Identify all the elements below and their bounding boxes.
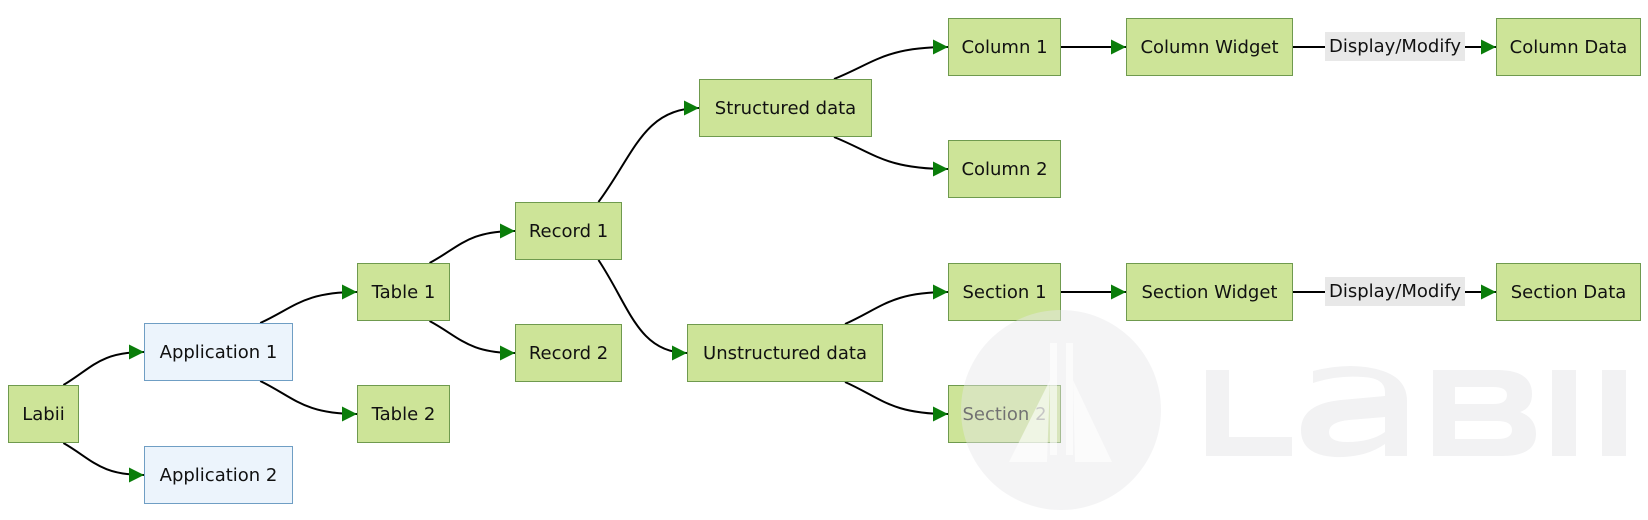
node-column2[interactable]: Column 2 (948, 140, 1061, 198)
node-label: Structured data (714, 97, 857, 119)
node-label: Section 1 (962, 281, 1047, 303)
node-secdata[interactable]: Section Data (1496, 263, 1641, 321)
edge-structured-to-column2 (833, 136, 949, 177)
node-record1[interactable]: Record 1 (515, 202, 622, 260)
node-label: Application 2 (159, 464, 278, 486)
edge-table1-to-record2 (429, 320, 516, 361)
node-label: Table 2 (371, 403, 436, 425)
node-colwidget[interactable]: Column Widget (1126, 18, 1293, 76)
node-labii[interactable]: Labii (8, 385, 79, 443)
node-secwidget[interactable]: Section Widget (1126, 263, 1293, 321)
node-column1[interactable]: Column 1 (948, 18, 1061, 76)
node-label: Column Data (1509, 36, 1628, 58)
node-label: Section 2 (962, 403, 1047, 425)
node-label: Record 2 (528, 342, 609, 364)
node-label: Column 2 (961, 158, 1048, 180)
node-label: Unstructured data (703, 342, 867, 364)
node-label: Section Data (1510, 281, 1627, 303)
node-section1[interactable]: Section 1 (948, 263, 1061, 321)
node-coldata[interactable]: Column Data (1496, 18, 1641, 76)
edge-label-colwidget-to-coldata: Display/Modify (1325, 32, 1465, 61)
node-record2[interactable]: Record 2 (515, 324, 622, 382)
edge-app1-to-table2 (259, 380, 358, 422)
edges-layer (62, 39, 1496, 483)
edge-labii-to-app2 (62, 442, 145, 483)
node-label: Record 1 (528, 220, 609, 242)
edge-table1-to-record1 (429, 223, 516, 264)
edge-structured-to-column1 (833, 39, 949, 80)
node-label: Table 1 (371, 281, 436, 303)
edge-unstructured-to-section1 (844, 284, 949, 325)
node-table1[interactable]: Table 1 (357, 263, 450, 321)
node-unstructured[interactable]: Unstructured data (687, 324, 883, 382)
node-app2[interactable]: Application 2 (144, 446, 293, 504)
node-label: Labii (22, 403, 65, 425)
edge-labii-to-app1 (62, 344, 145, 386)
node-label: Application 1 (159, 341, 278, 363)
node-table2[interactable]: Table 2 (357, 385, 450, 443)
node-label: Column 1 (961, 36, 1048, 58)
node-app1[interactable]: Application 1 (144, 323, 293, 381)
node-label: Column Widget (1140, 36, 1279, 58)
node-structured[interactable]: Structured data (699, 79, 872, 137)
node-label: Section Widget (1141, 281, 1278, 303)
edge-record1-to-structured (597, 100, 700, 203)
edge-label-secwidget-to-secdata: Display/Modify (1325, 277, 1465, 306)
node-section2[interactable]: Section 2 (948, 385, 1061, 443)
edge-unstructured-to-section2 (844, 381, 949, 422)
diagram-canvas: Display/Modify Display/Modify Labii Applica… (0, 0, 1648, 520)
edge-app1-to-table1 (259, 284, 358, 324)
